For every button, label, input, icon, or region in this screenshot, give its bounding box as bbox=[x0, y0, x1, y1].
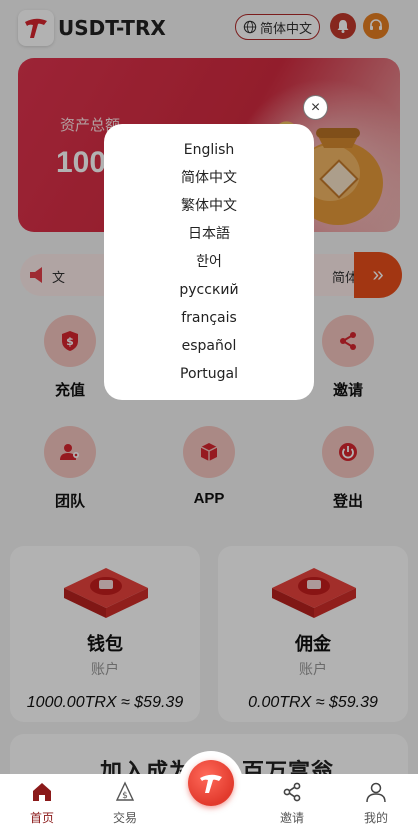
language-option-spanish[interactable]: español bbox=[104, 334, 314, 362]
language-option-korean[interactable]: 한어 bbox=[104, 250, 314, 278]
language-option-traditional-chinese[interactable]: 繁体中文 bbox=[104, 194, 314, 222]
nav-label-trade: 交易 bbox=[112, 811, 137, 825]
nav-item-invite[interactable]: 邀请 bbox=[262, 780, 322, 826]
language-option-french[interactable]: français bbox=[104, 306, 314, 334]
nav-item-home[interactable]: 首页 bbox=[12, 780, 72, 826]
nav-item-profile[interactable]: 我的 bbox=[346, 780, 406, 826]
nav-label-invite: 邀请 bbox=[279, 811, 304, 825]
language-option-simplified-chinese[interactable]: 简体中文 bbox=[104, 166, 314, 194]
nav-center-button[interactable] bbox=[179, 751, 243, 815]
nav-label-home: 首页 bbox=[29, 811, 54, 825]
language-option-portuguese[interactable]: Portugal bbox=[104, 362, 314, 390]
close-icon[interactable]: × bbox=[303, 95, 328, 120]
nav-item-trade[interactable]: $ 交易 bbox=[95, 780, 155, 826]
svg-text:$: $ bbox=[122, 791, 128, 801]
trade-icon: $ bbox=[115, 781, 135, 801]
home-icon bbox=[33, 783, 51, 801]
user-icon bbox=[366, 782, 386, 803]
language-modal: English 简体中文 繁体中文 日本語 한어 русский françai… bbox=[104, 124, 314, 400]
nav-label-profile: 我的 bbox=[363, 811, 388, 825]
language-option-english[interactable]: English bbox=[104, 138, 314, 166]
language-option-japanese[interactable]: 日本語 bbox=[104, 222, 314, 250]
share-icon bbox=[283, 782, 301, 802]
tron-logo-icon bbox=[200, 774, 222, 793]
language-option-russian[interactable]: русский bbox=[104, 278, 314, 306]
